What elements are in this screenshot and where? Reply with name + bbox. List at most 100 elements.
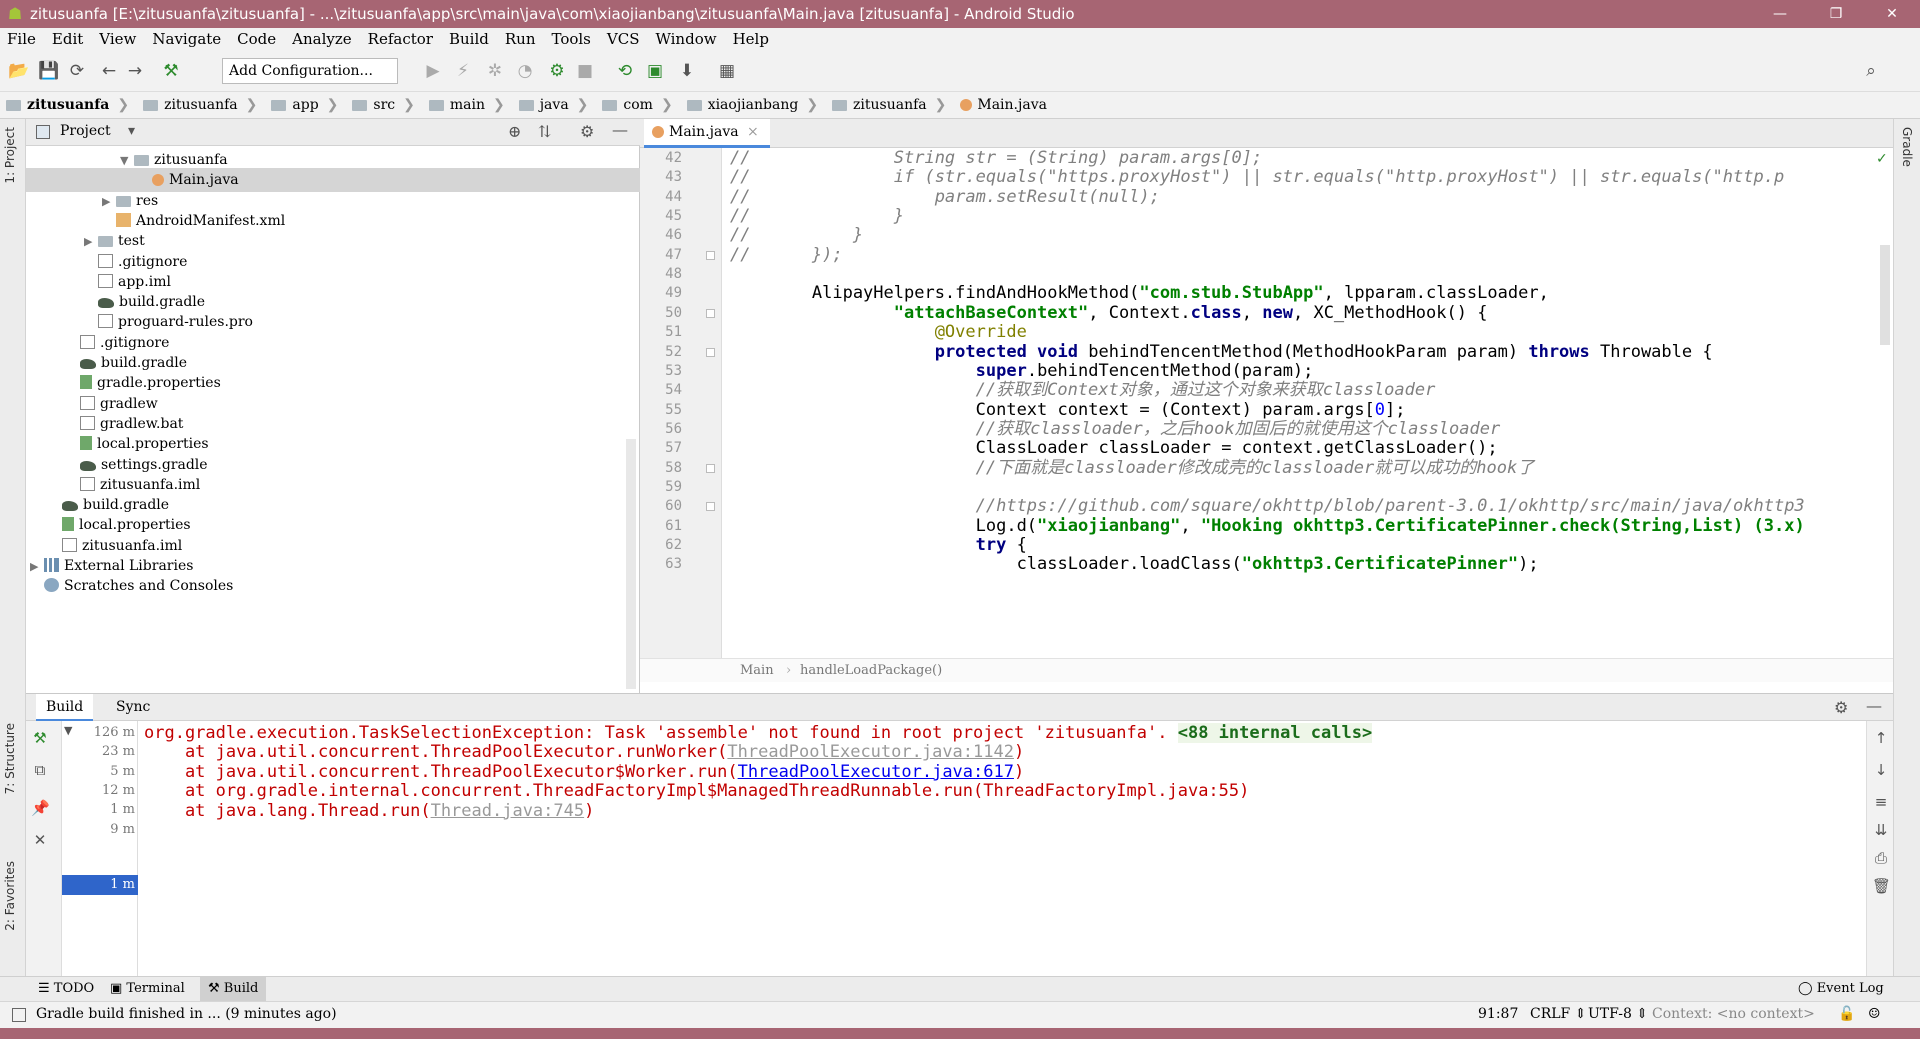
hammer-build-icon[interactable]: ⚒ (31, 729, 49, 747)
project-structure-icon[interactable]: ▦ (716, 60, 738, 82)
close-button[interactable]: ✕ (1864, 0, 1920, 28)
pin-icon[interactable]: 📌 (31, 799, 50, 817)
menu-vcs[interactable]: VCS (600, 30, 649, 48)
build-tree-item[interactable]: 23 m (62, 742, 138, 762)
breadcrumb-item[interactable]: zitusuanfa ❯ (826, 97, 954, 113)
arrow-up-icon[interactable]: ↑ (1872, 729, 1890, 747)
breadcrumb-item[interactable]: zitusuanfa ❯ (0, 97, 137, 113)
minimize-button[interactable]: — (1752, 0, 1808, 28)
search-icon[interactable]: ⌕ (1860, 60, 1882, 82)
tab-main-java[interactable]: Main.java × (644, 119, 770, 148)
todo-tool-button[interactable]: ☰ TODO (30, 977, 102, 1001)
toggle-view-icon[interactable]: ⧉ (31, 761, 49, 779)
fold-marker-icon[interactable] (706, 502, 715, 512)
close-icon[interactable]: ✕ (31, 831, 49, 849)
run-icon[interactable]: ▶ (422, 60, 444, 82)
breadcrumb-item[interactable]: xiaojianbang ❯ (681, 97, 826, 113)
build-tree-item-selected[interactable]: 1 m (62, 875, 138, 895)
menu-edit[interactable]: Edit (45, 30, 92, 48)
menu-run[interactable]: Run (498, 30, 545, 48)
favorites-tool-tab[interactable]: 2: Favorites (3, 861, 17, 931)
apply-changes-icon[interactable]: ⚡ (452, 60, 474, 82)
trash-icon[interactable]: 🗑 (1872, 877, 1891, 895)
project-tool-tab[interactable]: 1: Project (3, 127, 17, 184)
scroll-to-end-icon[interactable]: ⇊ (1872, 821, 1890, 839)
soft-wrap-icon[interactable]: ≡ (1872, 793, 1890, 811)
back-arrow-icon[interactable]: ← (98, 60, 120, 82)
editor-scrollbar[interactable] (1880, 245, 1890, 345)
code-area[interactable]: // String str = (String) param.args[0]; /… (730, 148, 1880, 658)
menu-analyze[interactable]: Analyze (285, 30, 361, 48)
build-tree-item[interactable]: 12 m (62, 781, 138, 801)
sdk-manager-icon[interactable]: ⬇ (676, 60, 698, 82)
avd-manager-icon[interactable]: ▣ (644, 60, 666, 82)
locate-file-icon[interactable]: ⊕ (508, 122, 521, 141)
print-icon[interactable]: ⎙ (1872, 849, 1890, 867)
console-token[interactable]: <88 internal calls> (1177, 723, 1373, 743)
breadcrumb-item[interactable]: src ❯ (346, 97, 422, 113)
inspector-icon[interactable]: ☺ (1868, 1006, 1881, 1022)
gear-icon[interactable]: ⚙ (580, 122, 594, 141)
fold-marker-icon[interactable] (706, 250, 715, 260)
menu-view[interactable]: View (92, 30, 145, 48)
breadcrumb-item[interactable]: com ❯ (596, 97, 680, 113)
build-tree-item[interactable]: 1 m (62, 800, 138, 820)
gradle-sync-icon[interactable]: ⟲ (614, 60, 636, 82)
breadcrumb-item[interactable]: Main.java (954, 97, 1055, 113)
tree-item[interactable]: Scratches and Consoles (26, 574, 640, 598)
gear-icon[interactable]: ⚙ (1834, 698, 1848, 717)
stop-icon[interactable]: ■ (574, 60, 596, 82)
stacktrace-link[interactable]: Thread.java:745 (431, 801, 585, 821)
chevron-down-icon[interactable]: ▼ (64, 724, 72, 737)
sync-icon[interactable]: ⟳ (66, 60, 88, 82)
gradle-tool-tab[interactable]: Gradle (1900, 127, 1914, 167)
menu-code[interactable]: Code (230, 30, 285, 48)
arrow-down-icon[interactable]: ↓ (1872, 761, 1890, 779)
breadcrumb-item[interactable]: java ❯ (513, 97, 597, 113)
toggle-tool-windows-icon[interactable] (12, 1008, 26, 1022)
editor-crumb-class[interactable]: Main (740, 659, 774, 683)
breadcrumb-item[interactable]: zitusuanfa ❯ (137, 97, 265, 113)
caret-position[interactable]: 91:87 (1478, 1006, 1518, 1022)
terminal-tool-button[interactable]: ▣ Terminal (102, 977, 193, 1001)
breadcrumb-item[interactable]: app ❯ (265, 97, 346, 113)
maximize-button[interactable]: ❐ (1808, 0, 1864, 28)
add-configuration-dropdown[interactable]: Add Configuration... (222, 58, 398, 84)
fold-marker-icon[interactable] (706, 347, 715, 357)
menu-tools[interactable]: Tools (544, 30, 599, 48)
close-icon[interactable]: × (747, 124, 759, 140)
fold-marker-icon[interactable] (706, 463, 715, 473)
build-tree-item[interactable]: 5 m (62, 762, 138, 782)
menu-help[interactable]: Help (726, 30, 778, 48)
menu-window[interactable]: Window (648, 30, 725, 48)
menu-navigate[interactable]: Navigate (145, 30, 230, 48)
collapse-all-icon[interactable]: ⇅ (538, 122, 551, 141)
debug-icon[interactable]: ✲ (484, 60, 506, 82)
build-tree-item[interactable]: 126 m (62, 723, 138, 743)
fold-marker-icon[interactable] (706, 308, 715, 318)
save-icon[interactable]: 💾 (38, 60, 60, 82)
editor-crumb-method[interactable]: handleLoadPackage() (800, 659, 942, 683)
project-view-label[interactable]: Project (60, 123, 111, 139)
attach-debugger-icon[interactable]: ⚙ (546, 60, 568, 82)
hide-panel-icon[interactable]: — (612, 120, 628, 139)
build-console[interactable]: org.gradle.execution.TaskSelectionExcept… (144, 721, 1844, 977)
menu-refactor[interactable]: Refactor (361, 30, 442, 48)
event-log-button[interactable]: ◯ Event Log (1790, 977, 1892, 1001)
file-encoding[interactable]: UTF-8 ⇕ (1588, 1006, 1648, 1022)
hammer-build-icon[interactable]: ⚒ (160, 60, 182, 82)
menu-build[interactable]: Build (442, 30, 498, 48)
open-folder-icon[interactable]: 📂 (8, 60, 30, 82)
stacktrace-link[interactable]: ThreadPoolExecutor.java:1142 (727, 742, 1014, 762)
lock-icon[interactable]: 🔓 (1838, 1006, 1855, 1022)
tab-sync[interactable]: Sync (106, 694, 160, 721)
chevron-down-icon[interactable]: ▾ (128, 123, 135, 139)
build-tool-button[interactable]: ⚒ Build (200, 977, 267, 1001)
breadcrumb-item[interactable]: main ❯ (423, 97, 513, 113)
project-scrollbar[interactable] (626, 439, 636, 689)
stacktrace-link[interactable]: ThreadPoolExecutor.java:617 (738, 762, 1014, 782)
build-tree-item[interactable]: 9 m (62, 820, 138, 840)
hide-panel-icon[interactable]: — (1866, 696, 1882, 715)
structure-tool-tab[interactable]: 7: Structure (3, 723, 17, 794)
line-separator[interactable]: CRLF ⇕ (1530, 1006, 1586, 1022)
